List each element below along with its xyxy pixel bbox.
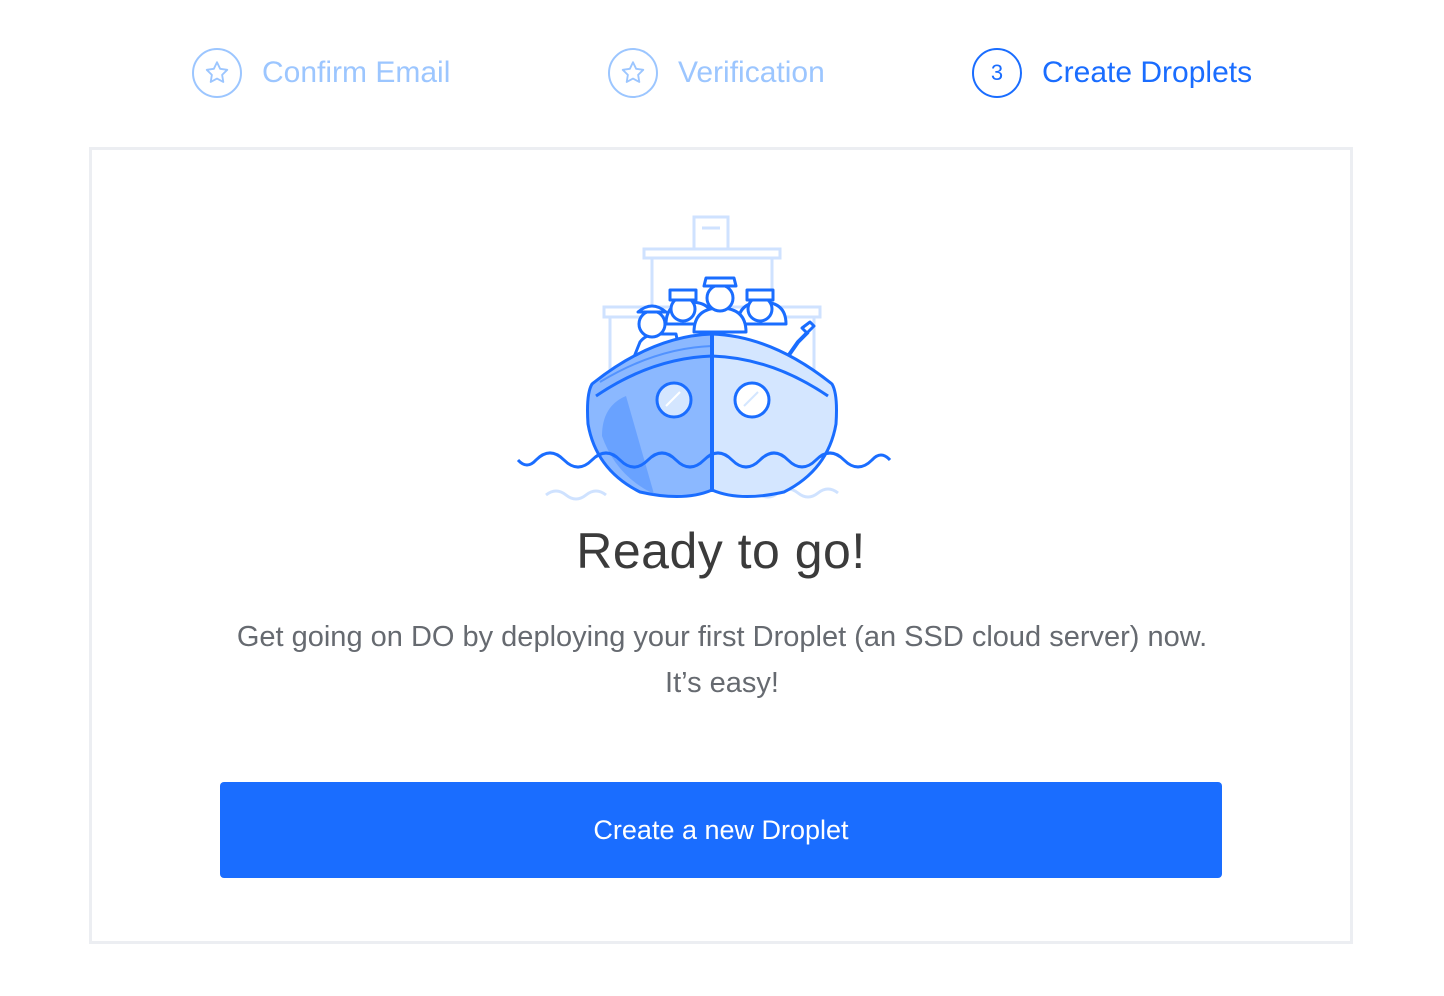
- onboarding-stepper: Confirm Email Verification 3 Create Drop…: [0, 40, 1444, 106]
- boat-illustration: [516, 215, 892, 501]
- step-number: 3: [990, 60, 1004, 85]
- step-status-circle: [608, 48, 658, 98]
- step-create-droplets[interactable]: 3 Create Droplets: [972, 40, 1252, 106]
- create-droplet-button[interactable]: Create a new Droplet: [220, 782, 1222, 878]
- step-label: Create Droplets: [1042, 56, 1253, 89]
- step-verification[interactable]: Verification: [608, 40, 825, 106]
- step-label: Confirm Email: [262, 56, 451, 89]
- step-confirm-email[interactable]: Confirm Email: [192, 40, 450, 106]
- star-icon: [205, 61, 229, 83]
- ready-card: Ready to go! Get going on DO by deployin…: [89, 147, 1353, 944]
- step-number-circle: 3: [972, 48, 1022, 98]
- star-icon: [621, 61, 645, 83]
- step-status-circle: [192, 48, 242, 98]
- step-label: Verification: [678, 56, 825, 89]
- description-text: Get going on DO by deploying your first …: [236, 621, 1208, 699]
- page-title: Ready to go!: [576, 523, 866, 579]
